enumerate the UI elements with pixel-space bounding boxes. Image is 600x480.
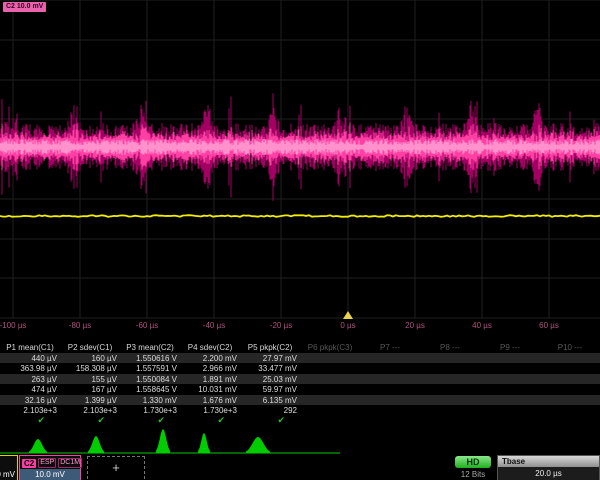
measurement-value: 59.97 mV [240,385,297,394]
hd-bits-label: 12 Bits [455,470,491,479]
parameter-header-p7[interactable]: P7 --- [360,343,420,352]
measurement-value: 1.550616 V [120,354,177,363]
channel-descriptor-c2[interactable]: C2 ESP DC1M 10.0 mV [19,455,81,480]
measurement-value: 2.103e+3 [60,406,117,415]
parameter-header-p10[interactable]: P10 --- [540,343,600,352]
histicon-peak [29,439,47,453]
parameter-header-p4[interactable]: P4 sdev(C2) [180,343,240,352]
measurement-value: 167 µV [60,385,117,394]
time-tick-label: -80 µs [69,321,91,330]
measurement-histicons [0,425,360,457]
c2-tag-esp: ESP [38,458,56,468]
measurement-value: 1.730e+3 [180,406,237,415]
histicon-peak [246,437,270,453]
measurement-value: 27.97 mV [240,354,297,363]
measurement-value: 33.477 mV [240,364,297,373]
channel-descriptor-c1[interactable]: C1 DC1M 10.0 mV [0,455,18,480]
time-tick-label: -40 µs [203,321,225,330]
time-tick-label: 60 µs [539,321,559,330]
measurement-value: 1.676 mV [180,396,237,405]
time-tick-label: 20 µs [405,321,425,330]
time-tick-label: 0 µs [340,321,355,330]
measurement-value: 1.891 mV [180,375,237,384]
measurement-value: 2.966 mV [180,364,237,373]
waveform-canvas [0,0,600,320]
measurement-value: 2.103e+3 [0,406,57,415]
c2-label: C2 [22,459,36,468]
measurement-value: 1.550084 V [120,375,177,384]
measurement-value: 158.308 µV [60,364,117,373]
c2-vertical-scale: 10.0 mV [20,469,80,480]
time-tick-label: -60 µs [136,321,158,330]
measurement-value: 1.558645 V [120,385,177,394]
measurement-value: 32.16 µV [0,396,57,405]
parameter-header-p2[interactable]: P2 sdev(C1) [60,343,120,352]
parameter-header-p9[interactable]: P9 --- [480,343,540,352]
measurement-value: 474 µV [0,385,57,394]
timebase-value: 20.0 µs [498,467,599,480]
measurement-value: 363.98 µV [0,364,57,373]
parameter-header-p8[interactable]: P8 --- [420,343,480,352]
time-tick-label: -100 µs [0,321,26,330]
measurement-value: 263 µV [0,375,57,384]
measurement-value: 10.031 mV [180,385,237,394]
histicon-peak [156,429,170,453]
histicon-peak [88,436,104,453]
measurement-value: 155 µV [60,375,117,384]
measurement-value: 1.730e+3 [120,406,177,415]
c2-trace-badge[interactable]: C2 10.0 mV [3,2,46,12]
add-trace-button[interactable]: + [87,456,145,480]
waveform-display[interactable]: C2 10.0 mV [0,0,600,320]
measurement-value: 160 µV [60,354,117,363]
parameter-header-p6[interactable]: P6 pkpk(C3) [300,343,360,352]
timebase-descriptor[interactable]: Tbase 20.0 µs [497,455,600,480]
parameter-header-p5[interactable]: P5 pkpk(C2) [240,343,300,352]
bottom-descriptor-bar: C1 DC1M 10.0 mV C2 ESP DC1M 10.0 mV + HD… [0,455,600,480]
c1-vertical-scale: 10.0 mV [0,469,17,480]
time-axis: -100 µs -80 µs -60 µs -40 µs -20 µs 0 µs 20 µs… [0,320,600,334]
measurement-value: 6.135 mV [240,396,297,405]
timebase-title: Tbase [498,456,599,467]
measurement-value: 1.399 µV [60,396,117,405]
trigger-position-marker[interactable] [343,311,353,319]
parameter-header-p3[interactable]: P3 mean(C2) [120,343,180,352]
time-tick-label: 40 µs [472,321,492,330]
measurement-value: 1.330 mV [120,396,177,405]
measurement-value: 1.557591 V [120,364,177,373]
plus-icon: + [112,460,120,475]
oscilloscope-screen: C2 10.0 mV -100 µs -80 µs -60 µs -40 µs -20 … [0,0,600,480]
measurement-table: P1 mean(C1) 440 µV363.98 µV 263 µV474 µV 32… [0,342,600,428]
measurement-value: 440 µV [0,354,57,363]
c2-coupling: DC1M [58,458,82,468]
measurement-value: 25.03 mV [240,375,297,384]
measurement-value: 2.200 mV [180,354,237,363]
histicon-peak [198,433,210,453]
parameter-header-p1[interactable]: P1 mean(C1) [0,343,60,352]
measurement-value: 292 [240,406,297,415]
hd-mode-badge[interactable]: HD [455,456,491,468]
time-tick-label: -20 µs [270,321,292,330]
